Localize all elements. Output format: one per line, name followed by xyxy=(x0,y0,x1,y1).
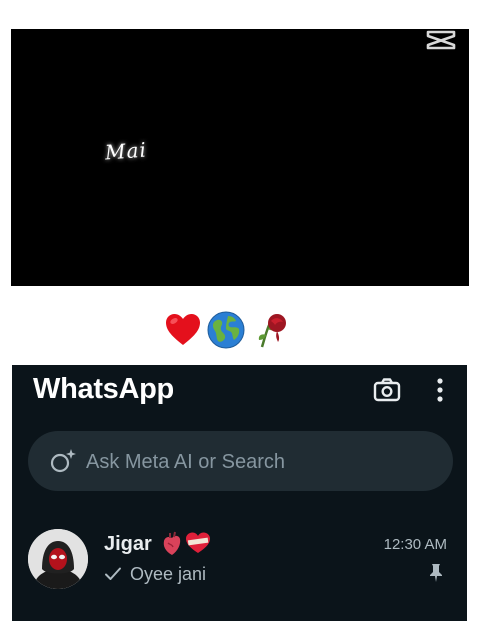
search-bar[interactable] xyxy=(28,431,453,493)
single-check-icon xyxy=(105,567,121,580)
avatar[interactable] xyxy=(28,529,88,589)
meta-ai-icon xyxy=(50,449,76,473)
pin-icon xyxy=(430,564,442,582)
chat-time: 12:30 AM xyxy=(383,536,447,553)
camera-icon[interactable] xyxy=(372,375,402,405)
globe-emoji xyxy=(207,311,245,349)
mending-heart-emoji xyxy=(186,532,210,553)
whatsapp-panel: WhatsApp Jigar xyxy=(12,365,467,621)
wilted-rose-emoji xyxy=(258,314,286,348)
search-input[interactable] xyxy=(84,431,438,493)
lyric-text: Mai xyxy=(104,137,148,165)
caption-emoji-row xyxy=(164,308,292,352)
more-vertical-icon[interactable] xyxy=(430,375,450,405)
chat-preview: Oyee jani xyxy=(130,564,207,584)
capcut-logo-icon xyxy=(426,30,456,50)
anatomical-heart-emoji xyxy=(163,531,181,555)
red-heart-emoji xyxy=(166,314,200,345)
chat-name-emojis xyxy=(161,531,211,557)
chat-row-jigar[interactable]: Jigar 12:30 AM Oyee jani xyxy=(12,523,467,597)
app-title: WhatsApp xyxy=(33,373,174,405)
chat-name: Jigar xyxy=(104,533,152,555)
avatar-image xyxy=(28,529,88,589)
video-frame: Mai xyxy=(11,29,469,286)
